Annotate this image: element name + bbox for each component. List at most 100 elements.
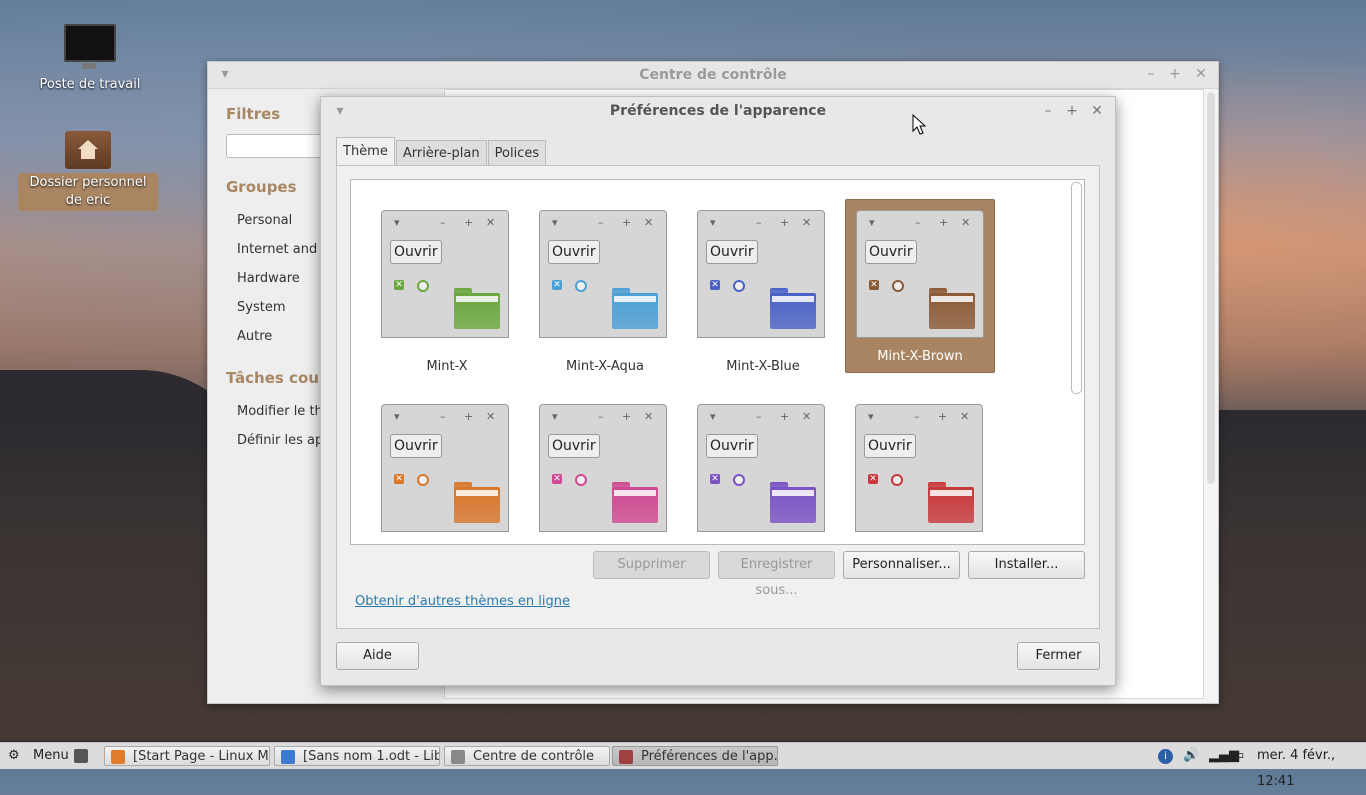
group-item[interactable]: Personal: [237, 213, 292, 228]
folder-icon: [928, 482, 974, 523]
gear-icon[interactable]: ⚙: [8, 743, 20, 769]
taskbar-window-button[interactable]: Centre de contrôle: [444, 746, 610, 766]
more-themes-link[interactable]: Obtenir d'autres thèmes en ligne: [355, 594, 570, 609]
preview-open-button: Ouvrir: [865, 240, 917, 264]
taskbar-window-button[interactable]: Préférences de l'app...: [612, 746, 778, 766]
minimize-icon[interactable]: –: [1142, 66, 1160, 82]
menu-button[interactable]: Menu: [33, 743, 69, 769]
desktop-icon-computer[interactable]: Poste de travail: [38, 24, 142, 94]
volume-icon[interactable]: 🔊: [1183, 743, 1199, 769]
checkbox-icon: ✕: [394, 280, 404, 290]
maximize-icon: +: [464, 410, 474, 423]
group-item[interactable]: Internet and N: [237, 242, 331, 257]
save-as-button[interactable]: Enregistrer sous...: [718, 551, 835, 598]
desktop-icon-label: Poste de travail: [39, 77, 141, 92]
tab-fonts[interactable]: Polices: [487, 140, 547, 165]
preferences-titlebar[interactable]: ▾ Préférences de l'apparence – + ✕: [321, 97, 1115, 125]
scrollbar[interactable]: [1207, 92, 1215, 484]
folder-icon: [770, 482, 816, 523]
groups-heading: Groupes: [226, 178, 297, 196]
theme-card[interactable]: ▾ – + ✕ Ouvrir ✕ Mint-X-Brown: [845, 199, 995, 373]
theme-card[interactable]: ▾ – + ✕ Ouvrir ✕: [539, 404, 687, 544]
folder-icon: [454, 482, 500, 523]
theme-card[interactable]: ▾ – + ✕ Ouvrir ✕: [697, 404, 845, 544]
taskbar-window-label: Préférences de l'app...: [641, 749, 778, 764]
group-item[interactable]: Hardware: [237, 271, 300, 286]
checkbox-icon: ✕: [869, 280, 879, 290]
tab-theme[interactable]: Thème: [336, 137, 395, 166]
tab-background[interactable]: Arrière-plan: [395, 140, 487, 165]
checkbox-icon: ✕: [552, 474, 562, 484]
task-item[interactable]: Définir les app: [237, 433, 332, 448]
app-icon: [281, 750, 295, 764]
close-icon: ✕: [486, 216, 496, 229]
preview-open-button: Ouvrir: [390, 240, 442, 264]
radio-icon: [575, 280, 587, 292]
minimize-icon: –: [598, 410, 604, 423]
appearance-preferences-window: ▾ Préférences de l'apparence – + ✕ Thème…: [320, 96, 1116, 686]
close-button[interactable]: Fermer: [1017, 642, 1100, 670]
radio-icon: [892, 280, 904, 292]
minimize-icon: –: [440, 410, 446, 423]
close-icon[interactable]: ✕: [1088, 103, 1106, 119]
minimize-icon: –: [915, 216, 921, 229]
customize-button[interactable]: Personnaliser...: [843, 551, 960, 579]
group-item[interactable]: Autre: [237, 329, 272, 344]
window-title: Préférences de l'apparence: [609, 103, 827, 119]
desktop-icon-label: Dossier personnel de eric: [18, 173, 158, 211]
desktop-icon-home-folder[interactable]: Dossier personnel de eric: [18, 131, 158, 211]
gallery-scrollbar[interactable]: [1071, 182, 1082, 394]
theme-preview: ▾ – + ✕ Ouvrir ✕: [539, 210, 667, 338]
app-icon: [451, 750, 465, 764]
radio-icon: [417, 280, 429, 292]
close-icon: ✕: [644, 216, 654, 229]
theme-preview: ▾ – + ✕ Ouvrir ✕: [697, 404, 825, 532]
folder-icon: [612, 288, 658, 329]
help-button[interactable]: Aide: [336, 642, 419, 670]
minimize-icon: –: [914, 410, 920, 423]
chevron-down-icon: ▾: [552, 216, 558, 229]
radio-icon: [417, 474, 429, 486]
theme-card[interactable]: ▾ – + ✕ Ouvrir ✕: [381, 404, 529, 544]
clock[interactable]: mer. 4 févr., 12:41: [1257, 743, 1366, 789]
taskbar-window-button[interactable]: [Sans nom 1.odt - Lib...: [274, 746, 440, 766]
taskbar-window-button[interactable]: [Start Page - Linux Mi...: [104, 746, 270, 766]
close-icon[interactable]: ✕: [1192, 66, 1210, 82]
preview-open-button: Ouvrir: [548, 240, 600, 264]
maximize-icon: +: [780, 216, 790, 229]
close-icon: ✕: [802, 216, 812, 229]
theme-card[interactable]: ▾ – + ✕ Ouvrir ✕ Mint-X-Blue: [697, 210, 845, 382]
control-center-titlebar[interactable]: ▾ Centre de contrôle – + ✕: [208, 62, 1218, 89]
preview-open-button: Ouvrir: [548, 434, 600, 458]
show-desktop-icon[interactable]: [74, 749, 88, 763]
maximize-icon: +: [939, 216, 949, 229]
maximize-icon[interactable]: +: [1166, 66, 1184, 82]
theme-card[interactable]: ▾ – + ✕ Ouvrir ✕ Mint-X: [381, 210, 529, 382]
minimize-icon: –: [440, 216, 446, 229]
chevron-down-icon: ▾: [710, 410, 716, 423]
theme-card[interactable]: ▾ – + ✕ Ouvrir ✕ Mint-X-Aqua: [539, 210, 687, 382]
task-item[interactable]: Modifier le thè: [237, 404, 331, 419]
update-manager-icon[interactable]: i: [1158, 749, 1173, 764]
chevron-down-icon: ▾: [868, 410, 874, 423]
maximize-icon[interactable]: +: [1063, 103, 1081, 119]
minimize-icon: –: [598, 216, 604, 229]
theme-preview: ▾ – + ✕ Ouvrir ✕: [539, 404, 667, 532]
install-button[interactable]: Installer...: [968, 551, 1085, 579]
theme-card[interactable]: ▾ – + ✕ Ouvrir ✕: [855, 404, 1003, 544]
delete-button[interactable]: Supprimer: [593, 551, 710, 579]
preview-open-button: Ouvrir: [390, 434, 442, 458]
theme-tab-panel: ▾ – + ✕ Ouvrir ✕ Mint-X ▾ – + ✕ Ouvrir ✕ Mint-X-Aqua ▾…: [336, 165, 1100, 629]
theme-gallery: ▾ – + ✕ Ouvrir ✕ Mint-X ▾ – + ✕ Ouvrir ✕ Mint-X-Aqua ▾…: [350, 179, 1085, 545]
close-icon: ✕: [644, 410, 654, 423]
monitor-icon: [64, 24, 116, 69]
app-icon: [619, 750, 633, 764]
mouse-cursor-icon: [912, 114, 926, 135]
minimize-icon[interactable]: –: [1039, 103, 1057, 119]
battery-icon[interactable]: ▭: [1232, 743, 1244, 769]
group-item[interactable]: System: [237, 300, 285, 315]
close-icon: ✕: [961, 216, 971, 229]
close-icon: ✕: [960, 410, 970, 423]
folder-icon: [770, 288, 816, 329]
app-icon: [111, 750, 125, 764]
